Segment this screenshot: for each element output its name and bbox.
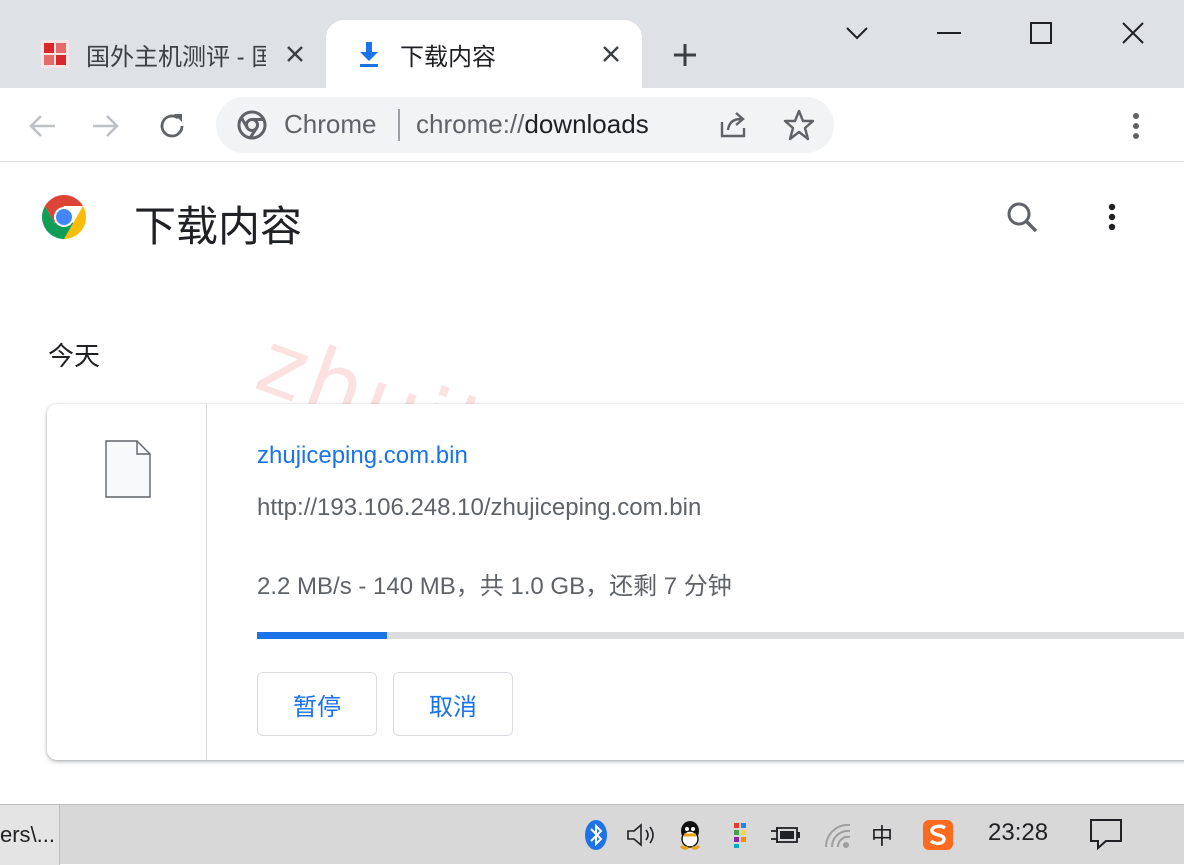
close-tab-icon[interactable]: [282, 41, 308, 67]
notification-center-icon[interactable]: [1088, 817, 1124, 853]
forward-icon[interactable]: [86, 106, 126, 146]
tab-title: 下载内容: [400, 43, 496, 71]
omnibox-divider: [398, 109, 400, 141]
pause-button[interactable]: 暂停: [257, 672, 377, 736]
chrome-logo-icon: [40, 193, 88, 241]
omnibox-url[interactable]: chrome://downloads: [416, 109, 649, 140]
qq-icon[interactable]: [672, 817, 708, 853]
file-icon-column: [47, 404, 207, 760]
search-icon[interactable]: [1002, 197, 1042, 237]
download-icon: [352, 37, 386, 71]
url-host: downloads: [524, 109, 649, 139]
volume-icon[interactable]: [624, 817, 660, 853]
minimize-icon[interactable]: [926, 10, 972, 56]
bluetooth-icon[interactable]: [578, 817, 614, 853]
ime-indicator[interactable]: 中: [864, 817, 900, 853]
battery-charging-icon[interactable]: [768, 817, 804, 853]
new-tab-icon[interactable]: [668, 38, 702, 72]
color-app-icon[interactable]: [722, 817, 758, 853]
taskbar-app-button[interactable]: ers\...: [0, 805, 60, 865]
url-scheme: chrome://: [416, 109, 525, 139]
tab-site[interactable]: 国外主机测评 - 国: [0, 20, 326, 88]
back-icon[interactable]: [22, 106, 62, 146]
tab-downloads[interactable]: 下载内容: [326, 20, 642, 88]
taskbar-clock[interactable]: 23:28: [988, 819, 1048, 847]
browser-menu-icon[interactable]: [1116, 106, 1156, 146]
site-favicon-icon: [38, 37, 72, 71]
date-heading: 今天: [48, 341, 101, 371]
page-title: 下载内容: [134, 203, 303, 250]
tab-title: 国外主机测评 - 国: [86, 43, 266, 71]
omnibox[interactable]: Chrome chrome://downloads: [216, 97, 834, 153]
maximize-icon[interactable]: [1018, 10, 1064, 56]
tab-strip: 国外主机测评 - 国 下载内容: [0, 0, 1184, 88]
wifi-icon[interactable]: [820, 817, 856, 853]
share-icon[interactable]: [716, 108, 750, 142]
download-progress-bar: [257, 632, 1184, 639]
download-card: zhujiceping.com.bin http://193.106.248.1…: [47, 404, 1184, 760]
chevron-down-icon[interactable]: [834, 10, 880, 56]
file-source-url[interactable]: http://193.106.248.10/zhujiceping.com.bi…: [257, 494, 701, 522]
download-status: 2.2 MB/s - 140 MB，共 1.0 GB，还剩 7 分钟: [257, 573, 732, 600]
bookmark-star-icon[interactable]: [782, 108, 816, 142]
cancel-button[interactable]: 取消: [393, 672, 513, 736]
file-name-link[interactable]: zhujiceping.com.bin: [257, 442, 468, 470]
toolbar: Chrome chrome://downloads: [0, 88, 1184, 162]
downloads-header: 下载内容: [0, 163, 1184, 273]
sogou-input-icon[interactable]: [920, 817, 956, 853]
close-tab-icon[interactable]: [598, 41, 624, 67]
taskbar: ers\... 中 23:28: [0, 804, 1184, 865]
reload-icon[interactable]: [152, 106, 192, 146]
download-progress-fill: [257, 632, 388, 639]
chrome-icon: [236, 109, 268, 141]
close-window-icon[interactable]: [1110, 10, 1156, 56]
file-icon: [105, 440, 151, 498]
omnibox-label: Chrome: [284, 109, 377, 139]
more-options-icon[interactable]: [1092, 197, 1132, 237]
